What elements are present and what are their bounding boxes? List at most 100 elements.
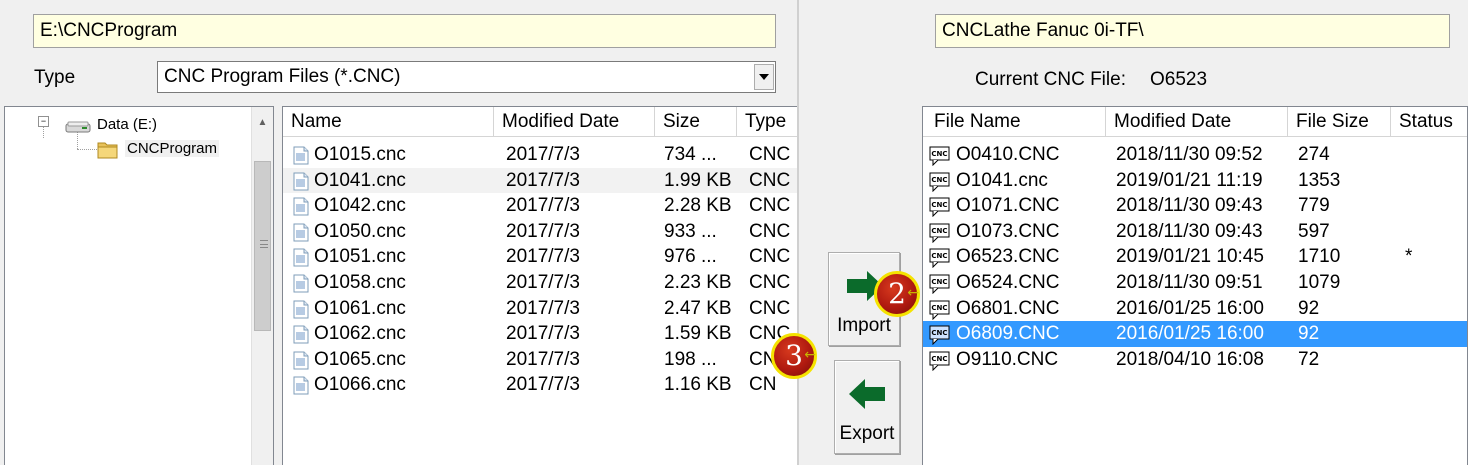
table-row[interactable]: O1066.cnc 2017/7/3 1.16 KB CN: [283, 372, 797, 398]
column-header-filesize[interactable]: File Size: [1288, 107, 1391, 137]
file-name: O6801.CNC: [956, 297, 1060, 319]
file-size: 1.16 KB: [664, 374, 732, 396]
folder-icon: [97, 142, 118, 159]
column-header-name[interactable]: Name: [283, 107, 494, 137]
table-row[interactable]: O1015.cnc 2017/7/3 734 ... CNC: [283, 142, 797, 168]
remote-path-field[interactable]: CNCLathe Fanuc 0i-TF\: [935, 14, 1450, 48]
file-date: 2018/11/30 09:43: [1116, 195, 1263, 217]
file-name: O6523.CNC: [956, 246, 1060, 268]
callout-2: 2 ←: [874, 271, 920, 317]
file-size: 92: [1298, 297, 1320, 319]
table-row[interactable]: O1058.cnc 2017/7/3 2.23 KB CNC: [283, 270, 797, 296]
file-date: 2019/01/21 11:19: [1116, 169, 1263, 191]
table-row[interactable]: CNC O9110.CNC 2018/04/10 16:08 72: [923, 347, 1467, 373]
document-icon: [293, 197, 309, 216]
file-size: 976 ...: [664, 246, 717, 268]
file-type: CNC: [749, 297, 791, 319]
export-button-label: Export: [839, 423, 895, 444]
type-select[interactable]: CNC Program Files (*.CNC): [157, 61, 776, 93]
file-date: 2017/7/3: [506, 348, 580, 370]
file-name: O0410.CNC: [956, 144, 1060, 165]
export-button[interactable]: Export: [834, 360, 900, 454]
table-row[interactable]: CNC O0410.CNC 2018/11/30 09:52 274: [923, 142, 1467, 168]
svg-text:CNC: CNC: [931, 278, 947, 286]
column-header-modified[interactable]: Modified Date: [494, 107, 655, 137]
document-icon: [293, 325, 309, 344]
file-name: O1061.cnc: [314, 297, 406, 319]
file-size: 1.59 KB: [664, 323, 732, 345]
file-date: 2017/7/3: [506, 297, 580, 319]
table-row[interactable]: O1042.cnc 2017/7/3 2.28 KB CNC: [283, 193, 797, 219]
file-size: 779: [1298, 195, 1330, 217]
file-date: 2018/11/30 09:43: [1116, 220, 1263, 242]
folder-tree[interactable]: − Data (E:) CNCProgram ▲: [4, 106, 274, 465]
svg-text:CNC: CNC: [931, 201, 947, 209]
file-size: 2.47 KB: [664, 297, 732, 319]
table-row[interactable]: O1065.cnc 2017/7/3 198 ... CN: [283, 347, 797, 373]
tree-scrollbar[interactable]: ▲: [251, 107, 273, 465]
document-icon: [293, 274, 309, 293]
file-size: 597: [1298, 220, 1330, 242]
column-header-modified-date[interactable]: Modified Date: [1106, 107, 1288, 137]
file-name: O9110.CNC: [956, 348, 1059, 370]
scroll-thumb[interactable]: [254, 161, 271, 331]
svg-text:CNC: CNC: [931, 227, 947, 235]
cnc-file-icon: CNC: [929, 274, 951, 295]
file-date: 2017/7/3: [506, 323, 580, 345]
document-icon: [293, 146, 309, 165]
table-row[interactable]: O1041.cnc 2017/7/3 1.99 KB CNC: [283, 167, 797, 194]
table-row[interactable]: O1061.cnc 2017/7/3 2.47 KB CNC: [283, 296, 797, 322]
table-row[interactable]: O1050.cnc 2017/7/3 933 ... CNC: [283, 219, 797, 245]
file-size: 198 ...: [664, 348, 717, 370]
table-row[interactable]: CNC O1071.CNC 2018/11/30 09:43 779: [923, 193, 1467, 219]
local-file-list[interactable]: Name Modified Date Size Type O1015.cnc 20…: [282, 106, 798, 465]
file-type: CNC: [749, 246, 791, 268]
file-date: 2017/7/3: [506, 272, 580, 293]
cnc-file-icon: CNC: [929, 146, 951, 167]
type-select-value: CNC Program Files (*.CNC): [164, 66, 401, 87]
collapse-icon[interactable]: −: [38, 116, 49, 127]
table-row[interactable]: CNC O6801.CNC 2016/01/25 16:00 92: [923, 296, 1467, 322]
svg-text:CNC: CNC: [931, 150, 947, 158]
file-date: 2019/01/21 10:45: [1116, 246, 1264, 268]
file-date: 2018/04/10 16:08: [1116, 348, 1264, 370]
scroll-up-icon[interactable]: ▲: [252, 111, 273, 133]
cnc-file-icon: CNC: [929, 172, 951, 192]
remote-file-list[interactable]: File Name Modified Date File Size Status…: [922, 106, 1468, 465]
callout-3: 3 ←: [771, 333, 817, 379]
svg-text:CNC: CNC: [931, 304, 947, 312]
column-header-type[interactable]: Type: [737, 107, 797, 137]
file-date: 2017/7/3: [506, 195, 580, 217]
svg-text:CNC: CNC: [931, 355, 947, 363]
file-size: 1.99 KB: [664, 169, 732, 191]
table-row[interactable]: CNC O6809.CNC 2016/01/25 16:00 92: [923, 321, 1467, 347]
document-icon: [293, 351, 309, 370]
table-row[interactable]: O1051.cnc 2017/7/3 976 ... CNC: [283, 244, 797, 270]
file-size: 1353: [1298, 169, 1341, 191]
cnc-file-icon: CNC: [929, 300, 951, 320]
column-header-status[interactable]: Status: [1391, 107, 1467, 137]
table-row[interactable]: CNC O6524.CNC 2018/11/30 09:51 1079: [923, 270, 1467, 296]
local-path-field[interactable]: E:\CNCProgram: [33, 14, 776, 48]
file-name: O1058.cnc: [314, 272, 406, 293]
file-date: 2017/7/3: [506, 374, 580, 396]
table-row[interactable]: CNC O1041.cnc 2019/01/21 11:19 1353: [923, 168, 1467, 194]
file-name: O1015.cnc: [314, 144, 406, 165]
column-header-size[interactable]: Size: [655, 107, 737, 137]
document-icon: [293, 172, 309, 191]
file-date: 2016/01/25 16:00: [1116, 323, 1264, 345]
file-size: 274: [1298, 144, 1330, 165]
file-name: O1041.cnc: [956, 169, 1048, 191]
file-name: O6809.CNC: [956, 323, 1060, 345]
type-label: Type: [34, 67, 76, 88]
column-header-filename[interactable]: File Name: [923, 107, 1106, 137]
file-date: 2017/7/3: [506, 246, 580, 268]
file-date: 2018/11/30 09:51: [1116, 272, 1263, 293]
table-row[interactable]: CNC O1073.CNC 2018/11/30 09:43 597: [923, 219, 1467, 245]
cnc-file-icon: CNC: [929, 325, 951, 346]
local-path-text: E:\CNCProgram: [40, 20, 178, 41]
table-row[interactable]: CNC O6523.CNC 2019/01/21 10:45 1710 *: [923, 244, 1467, 270]
file-type: CNC: [749, 169, 791, 191]
table-row[interactable]: O1062.cnc 2017/7/3 1.59 KB CNC: [283, 321, 797, 347]
chevron-down-icon[interactable]: [754, 64, 774, 90]
